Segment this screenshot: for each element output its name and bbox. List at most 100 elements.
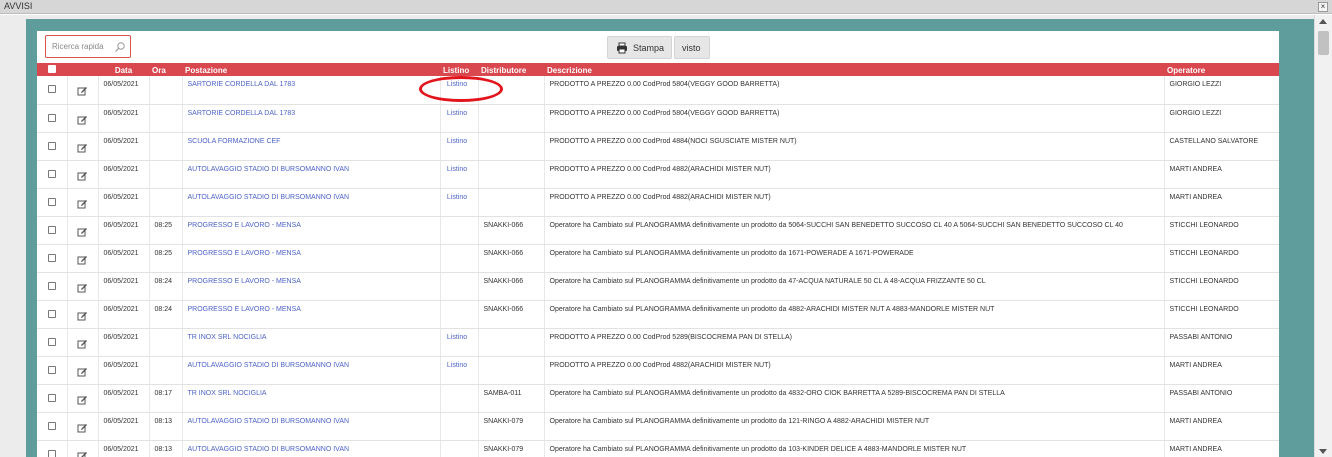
vertical-scrollbar[interactable] [1314, 15, 1332, 457]
table-row[interactable]: 06/05/2021 08:24 PROGRESSO E LAVORO - MENS… [37, 300, 1279, 329]
header-descrizione[interactable]: Descrizione [544, 63, 1164, 76]
row-checkbox[interactable] [37, 160, 68, 189]
search-input[interactable]: Ricerca rapida [45, 35, 131, 58]
table-row[interactable]: 06/05/2021 AUTOLAVAGGIO STADIO DI BURSOMA… [37, 356, 1279, 385]
edit-icon[interactable] [67, 160, 99, 189]
cell-postazione-link[interactable]: PROGRESSO E LAVORO - MENSA [182, 300, 441, 329]
header-operatore[interactable]: Operatore [1164, 63, 1279, 76]
cell-ora: 08:13 [149, 412, 183, 441]
table-row[interactable]: 06/05/2021 AUTOLAVAGGIO STADIO DI BURSOMA… [37, 188, 1279, 217]
close-icon[interactable]: × [1318, 2, 1328, 12]
cell-operatore: MARTI ANDREA [1164, 356, 1279, 385]
cell-listino-link[interactable]: Listino [440, 132, 479, 161]
cell-listino-link[interactable]: Listino [440, 160, 479, 189]
cell-postazione-link[interactable]: TR INOX SRL NOCIGLIA [182, 384, 441, 413]
cell-listino-link[interactable] [440, 384, 479, 413]
table-row[interactable]: 06/05/2021 AUTOLAVAGGIO STADIO DI BURSOMA… [37, 160, 1279, 189]
cell-operatore: STICCHI LEONARDO [1164, 300, 1279, 329]
cell-descrizione: PRODOTTO A PREZZO 0.00 CodProd 5289(BISC… [544, 328, 1165, 357]
print-button[interactable]: Stampa [607, 36, 672, 59]
row-checkbox[interactable] [37, 244, 68, 273]
cell-listino-link[interactable] [440, 440, 479, 457]
edit-icon[interactable] [67, 356, 99, 385]
cell-descrizione: PRODOTTO A PREZZO 0.00 CodProd 4882(ARAC… [544, 188, 1165, 217]
table-row[interactable]: 06/05/2021 08:13 AUTOLAVAGGIO STADIO DI BU… [37, 440, 1279, 457]
edit-icon[interactable] [67, 216, 99, 245]
cell-listino-link[interactable]: Listino [440, 104, 479, 133]
header-ora[interactable]: Ora [149, 63, 182, 76]
row-checkbox[interactable] [37, 328, 68, 357]
scroll-down-icon[interactable] [1319, 449, 1327, 454]
table-row[interactable]: 06/05/2021 08:13 AUTOLAVAGGIO STADIO DI BU… [37, 412, 1279, 441]
edit-icon[interactable] [67, 412, 99, 441]
cell-distributore: SNAKKI-066 [478, 272, 545, 301]
table-row[interactable]: 06/05/2021 08:25 PROGRESSO E LAVORO - MENS… [37, 216, 1279, 245]
scroll-up-icon[interactable] [1319, 19, 1327, 24]
cell-postazione-link[interactable]: PROGRESSO E LAVORO - MENSA [182, 216, 441, 245]
row-checkbox[interactable] [37, 216, 68, 245]
header-distributore[interactable]: Distributore [478, 63, 544, 76]
cell-descrizione: PRODOTTO A PREZZO 0.00 CodProd 4882(ARAC… [544, 356, 1165, 385]
header-postazione[interactable]: Postazione [182, 63, 440, 76]
table-row[interactable]: 06/05/2021 08:25 PROGRESSO E LAVORO - MENS… [37, 244, 1279, 273]
row-checkbox[interactable] [37, 76, 68, 105]
header-data[interactable]: Data [98, 63, 149, 76]
edit-icon[interactable] [67, 272, 99, 301]
table-row[interactable]: 06/05/2021 SARTORIE CORDELLA DAL 1783 List… [37, 104, 1279, 133]
cell-postazione-link[interactable]: SARTORIE CORDELLA DAL 1783 [182, 76, 441, 105]
row-checkbox[interactable] [37, 272, 68, 301]
row-checkbox[interactable] [37, 412, 68, 441]
table-row[interactable]: 06/05/2021 TR INOX SRL NOCIGLIA Listino PRO… [37, 328, 1279, 357]
row-checkbox[interactable] [37, 300, 68, 329]
edit-icon[interactable] [67, 384, 99, 413]
edit-icon[interactable] [67, 104, 99, 133]
cell-postazione-link[interactable]: SCUOLA FORMAZIONE CEF [182, 132, 441, 161]
cell-postazione-link[interactable]: PROGRESSO E LAVORO - MENSA [182, 272, 441, 301]
cell-listino-link[interactable]: Listino [440, 328, 479, 357]
cell-ora [149, 132, 183, 161]
cell-listino-link[interactable] [440, 300, 479, 329]
notices-panel: Ricerca rapida Stampa visto Data Ora Pos… [37, 31, 1279, 457]
cell-postazione-link[interactable]: AUTOLAVAGGIO STADIO DI BURSOMANNO IVAN [182, 412, 441, 441]
seen-button[interactable]: visto [674, 36, 710, 59]
cell-data: 06/05/2021 [98, 272, 150, 301]
row-checkbox[interactable] [37, 132, 68, 161]
cell-postazione-link[interactable]: AUTOLAVAGGIO STADIO DI BURSOMANNO IVAN [182, 356, 441, 385]
row-checkbox[interactable] [37, 440, 68, 457]
cell-descrizione: PRODOTTO A PREZZO 0.00 CodProd 4884(NOCI… [544, 132, 1165, 161]
cell-listino-link[interactable]: Listino [440, 76, 479, 105]
cell-listino-link[interactable] [440, 216, 479, 245]
cell-postazione-link[interactable]: AUTOLAVAGGIO STADIO DI BURSOMANNO IVAN [182, 160, 441, 189]
cell-postazione-link[interactable]: AUTOLAVAGGIO STADIO DI BURSOMANNO IVAN [182, 188, 441, 217]
cell-distributore [478, 160, 545, 189]
cell-postazione-link[interactable]: PROGRESSO E LAVORO - MENSA [182, 244, 441, 273]
edit-icon[interactable] [67, 328, 99, 357]
select-all-checkbox[interactable] [37, 63, 67, 76]
scroll-thumb[interactable] [1318, 31, 1329, 55]
cell-postazione-link[interactable]: TR INOX SRL NOCIGLIA [182, 328, 441, 357]
row-checkbox[interactable] [37, 188, 68, 217]
row-checkbox[interactable] [37, 104, 68, 133]
edit-icon[interactable] [67, 244, 99, 273]
table-row[interactable]: 06/05/2021 SCUOLA FORMAZIONE CEF Listino PR… [37, 132, 1279, 161]
table-row[interactable]: 06/05/2021 SARTORIE CORDELLA DAL 1783 List… [37, 76, 1279, 105]
cell-listino-link[interactable] [440, 244, 479, 273]
cell-listino-link[interactable]: Listino [440, 188, 479, 217]
cell-listino-link[interactable]: Listino [440, 356, 479, 385]
cell-postazione-link[interactable]: SARTORIE CORDELLA DAL 1783 [182, 104, 441, 133]
table-row[interactable]: 06/05/2021 08:17 TR INOX SRL NOCIGLIA SAMBA… [37, 384, 1279, 413]
cell-listino-link[interactable] [440, 412, 479, 441]
cell-ora: 08:24 [149, 300, 183, 329]
edit-icon[interactable] [67, 300, 99, 329]
edit-icon[interactable] [67, 132, 99, 161]
edit-icon[interactable] [67, 440, 99, 457]
cell-operatore: STICCHI LEONARDO [1164, 216, 1279, 245]
edit-icon[interactable] [67, 76, 99, 105]
header-listino[interactable]: Listino [440, 63, 478, 76]
edit-icon[interactable] [67, 188, 99, 217]
row-checkbox[interactable] [37, 384, 68, 413]
cell-postazione-link[interactable]: AUTOLAVAGGIO STADIO DI BURSOMANNO IVAN [182, 440, 441, 457]
row-checkbox[interactable] [37, 356, 68, 385]
table-row[interactable]: 06/05/2021 08:24 PROGRESSO E LAVORO - MENS… [37, 272, 1279, 301]
cell-listino-link[interactable] [440, 272, 479, 301]
